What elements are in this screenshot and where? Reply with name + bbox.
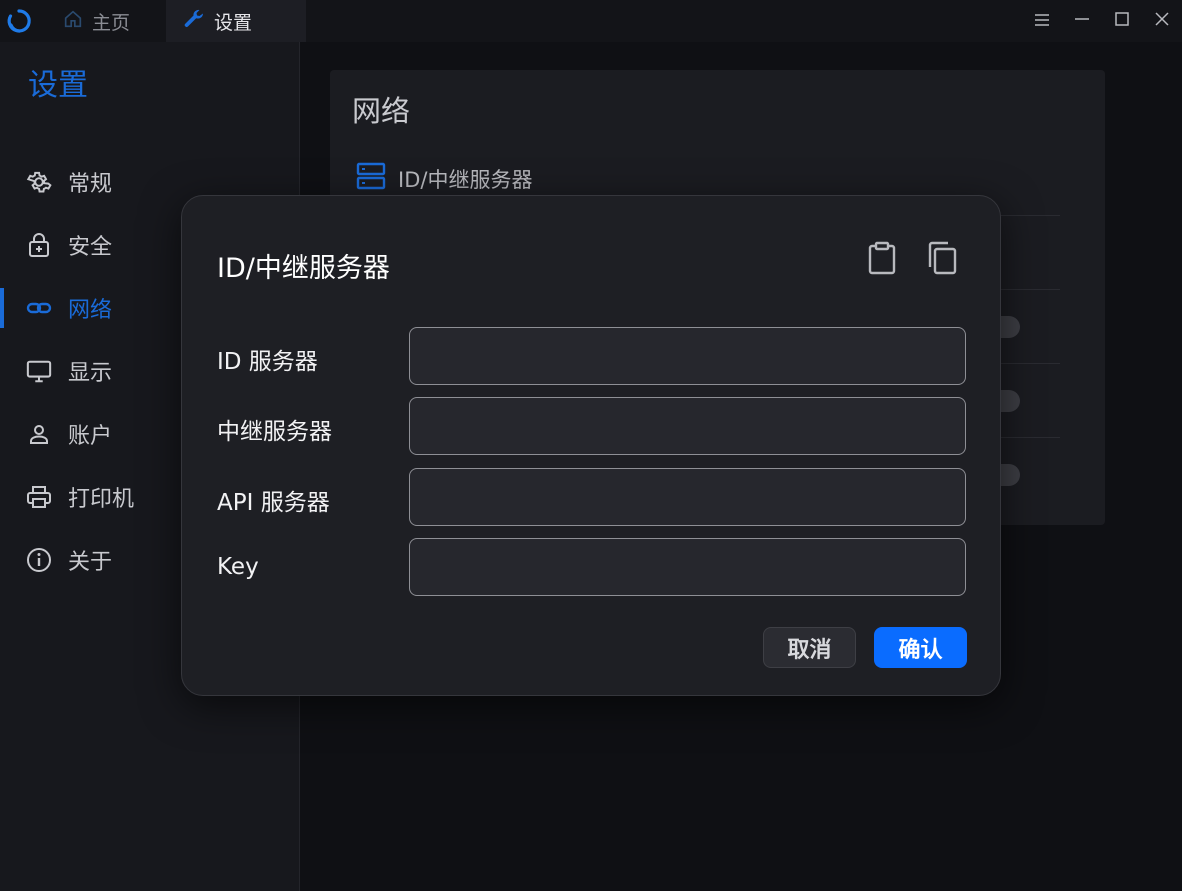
copy-button[interactable] (924, 240, 960, 280)
tab-settings[interactable]: 设置 (166, 0, 306, 42)
id-server-input[interactable] (409, 327, 966, 385)
close-button[interactable] (1142, 0, 1182, 42)
monitor-icon (26, 358, 52, 384)
api-server-label: API 服务器 (217, 490, 330, 516)
tab-settings-label: 设置 (214, 11, 253, 34)
id-server-label: ID 服务器 (217, 349, 318, 375)
dialog-actions (864, 240, 960, 280)
person-icon (26, 421, 52, 447)
tab-home-label: 主页 (92, 11, 131, 34)
tab-home[interactable]: 主页 (38, 0, 166, 42)
lock-icon (26, 232, 52, 258)
key-input[interactable] (409, 538, 966, 596)
sidebar-item-label: 账户 (68, 423, 113, 449)
home-icon (62, 8, 84, 35)
window-controls (1022, 0, 1182, 42)
menu-button[interactable] (1022, 0, 1062, 42)
server-settings-label: ID/中继服务器 (398, 167, 533, 192)
copy-icon (926, 241, 958, 279)
section-title: 网络 (352, 94, 411, 128)
sidebar-item-label: 网络 (68, 297, 113, 323)
printer-icon (26, 484, 52, 510)
sidebar-title: 设置 (28, 68, 88, 103)
maximize-icon (1114, 11, 1130, 31)
confirm-button[interactable]: 确认 (874, 627, 967, 668)
sidebar-item-label: 关于 (68, 549, 113, 575)
gear-icon (26, 169, 52, 195)
relay-server-label: 中继服务器 (217, 419, 332, 445)
sidebar-item-label: 安全 (68, 234, 113, 260)
app-logo-icon (0, 0, 38, 42)
wrench-icon (182, 7, 206, 36)
sidebar-item-label: 显示 (68, 360, 113, 386)
server-dialog: ID/中继服务器 ID 服务器 中继服务器 API 服务器 Key 取消 确认 (181, 195, 1001, 696)
paste-button[interactable] (864, 240, 900, 280)
minimize-icon (1074, 11, 1090, 31)
sidebar-item-label: 常规 (68, 171, 113, 197)
title-bar: 主页 设置 (0, 0, 1182, 42)
cancel-button[interactable]: 取消 (763, 627, 856, 668)
dialog-title: ID/中继服务器 (217, 253, 390, 284)
server-icon (356, 161, 386, 196)
hamburger-icon (1034, 12, 1050, 31)
info-icon (26, 547, 52, 573)
close-icon (1154, 11, 1170, 31)
clipboard-icon (867, 241, 897, 279)
link-icon (26, 295, 52, 321)
key-label: Key (217, 554, 259, 580)
relay-server-input[interactable] (409, 397, 966, 455)
api-server-input[interactable] (409, 468, 966, 526)
minimize-button[interactable] (1062, 0, 1102, 42)
maximize-button[interactable] (1102, 0, 1142, 42)
sidebar-item-label: 打印机 (68, 486, 135, 512)
